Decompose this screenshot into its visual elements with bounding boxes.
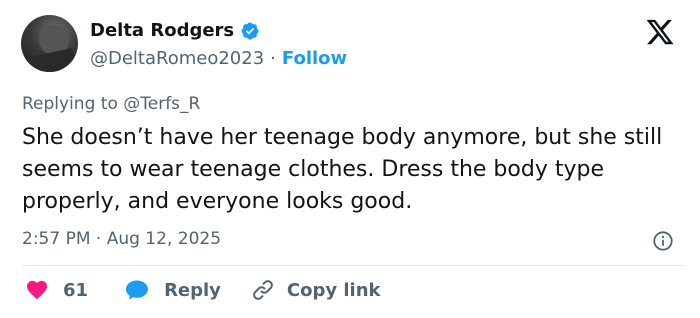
avatar[interactable] bbox=[21, 15, 78, 72]
separator-dot: · bbox=[270, 48, 276, 69]
author-name[interactable]: Delta Rodgers bbox=[90, 20, 234, 41]
x-logo-icon[interactable] bbox=[645, 17, 675, 47]
heart-icon bbox=[27, 280, 47, 300]
reply-label: Reply bbox=[164, 279, 221, 301]
author-handle-row: @DeltaRomeo2023 · Follow bbox=[90, 48, 347, 69]
tweet-timestamp[interactable]: 2:57 PM · Aug 12, 2025 bbox=[22, 229, 221, 249]
like-button[interactable]: 61 bbox=[25, 278, 88, 302]
link-icon bbox=[253, 280, 273, 300]
author-name-row: Delta Rodgers bbox=[90, 20, 260, 41]
reply-bubble-icon bbox=[126, 280, 149, 300]
verified-badge-icon bbox=[241, 21, 259, 40]
reply-button[interactable]: Reply bbox=[124, 278, 221, 302]
copy-link-label: Copy link bbox=[286, 279, 381, 301]
replying-to-text[interactable]: Replying to @Terfs_R bbox=[22, 94, 200, 114]
tweet-text: She doesn’t have her teenage body anymor… bbox=[22, 125, 663, 214]
divider bbox=[22, 265, 685, 266]
author-handle[interactable]: @DeltaRomeo2023 bbox=[90, 48, 264, 69]
action-bar: 61 Reply Copy link bbox=[25, 278, 381, 302]
follow-button[interactable]: Follow bbox=[282, 48, 347, 69]
copy-link-button[interactable]: Copy link bbox=[251, 278, 381, 302]
like-count: 61 bbox=[63, 279, 89, 301]
info-icon[interactable] bbox=[652, 230, 674, 252]
avatar-body-shape bbox=[23, 48, 77, 72]
